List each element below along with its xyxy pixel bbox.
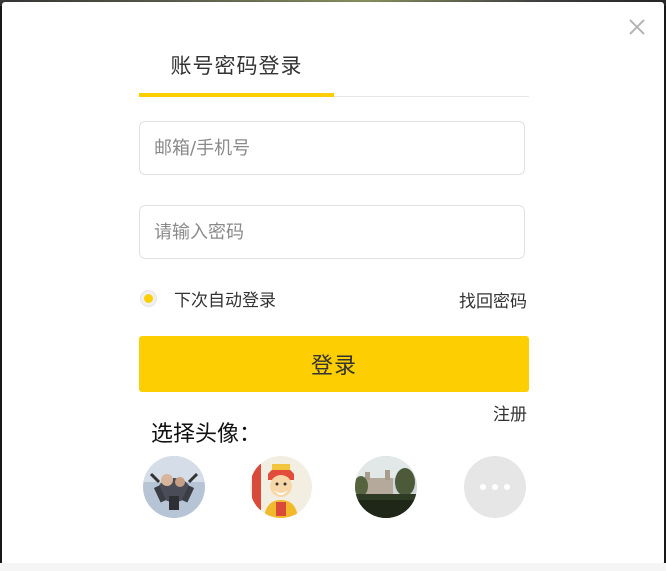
register-link[interactable]: 注册 — [493, 400, 527, 425]
more-icon — [480, 484, 510, 490]
password-input[interactable] — [139, 205, 525, 259]
avatar-option-skydiver[interactable] — [143, 456, 205, 518]
cartoon-god-avatar — [250, 456, 312, 518]
login-tab-bar: 账号密码登录 — [139, 42, 529, 97]
close-button[interactable] — [626, 16, 648, 38]
auto-login-label: 下次自动登录 — [174, 290, 276, 311]
radio-checked-dot — [144, 293, 153, 303]
login-button[interactable]: 登录 — [139, 336, 529, 392]
background-page-bottom — [0, 563, 666, 571]
tab-label: 账号密码登录 — [170, 54, 303, 78]
more-avatars-button[interactable] — [464, 456, 526, 518]
choose-avatar-title: 选择头像： — [151, 422, 262, 447]
avatar-option-cartoon-god[interactable] — [250, 456, 312, 518]
auto-login-option[interactable]: 下次自动登录 — [140, 287, 276, 311]
skydiver-avatar — [143, 456, 205, 518]
avatar-option-castle[interactable] — [355, 456, 417, 518]
forgot-password-link[interactable]: 找回密码 — [459, 287, 527, 312]
email-phone-input[interactable] — [139, 121, 525, 175]
close-icon — [629, 19, 645, 35]
active-tab-indicator — [139, 93, 334, 97]
castle-avatar — [355, 456, 417, 518]
auto-login-radio[interactable] — [140, 289, 157, 307]
tab-account-password[interactable]: 账号密码登录 — [139, 42, 334, 97]
login-modal: 账号密码登录 下次自动登录 找回密码 登录 注册 选择头像： — [2, 2, 664, 565]
